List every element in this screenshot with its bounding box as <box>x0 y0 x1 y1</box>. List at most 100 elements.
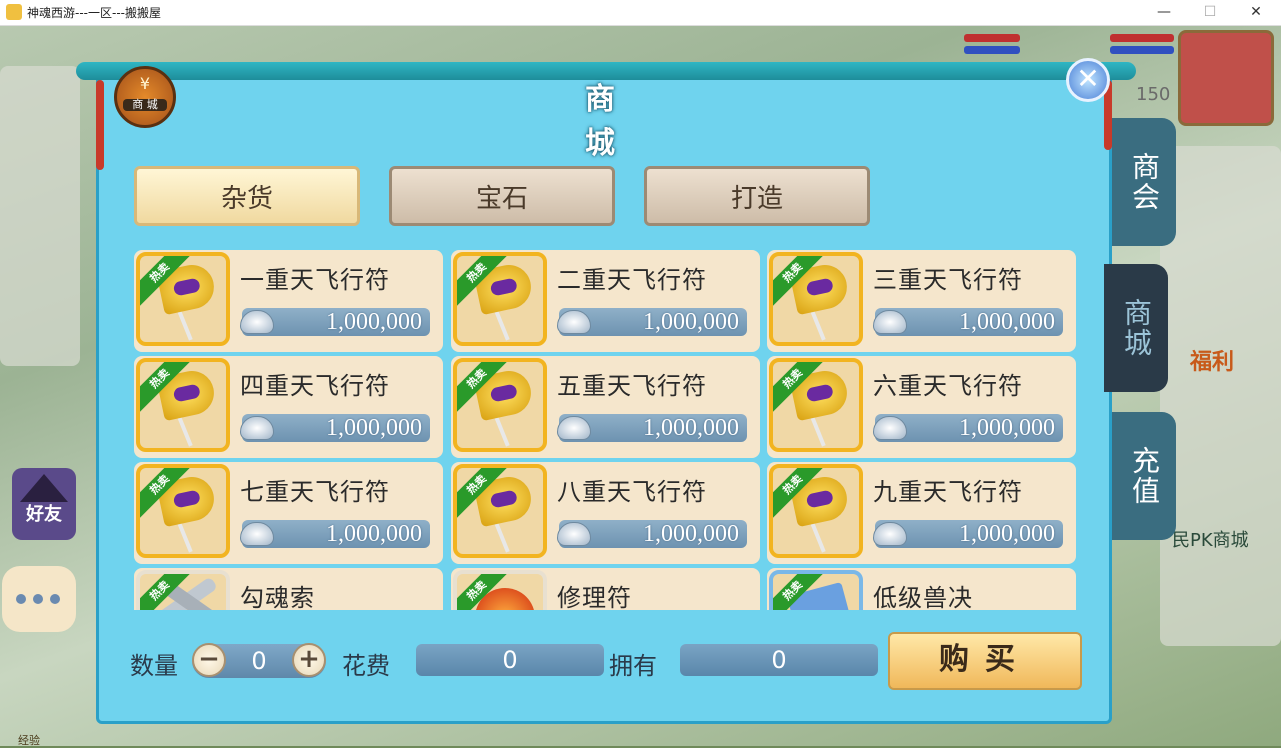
decrease-button[interactable]: − <box>192 643 226 677</box>
pk-shop-label[interactable]: 民PK商城 <box>1172 526 1249 552</box>
item-price: 1,000,000 <box>643 521 739 547</box>
decor-rope <box>96 80 104 170</box>
window-title: 神魂西游---一区---搬搬屋 <box>27 6 161 20</box>
shop-item[interactable]: 热卖 四重天飞行符 1,000,000 <box>134 356 443 458</box>
app-icon <box>6 4 22 20</box>
item-price: 1,000,000 <box>643 415 739 441</box>
money-bag-icon: ¥ <box>139 74 151 93</box>
cost-value: 0 <box>416 644 604 676</box>
side-tab-shop[interactable]: 商城 <box>1104 264 1168 392</box>
shop-item[interactable]: 热卖 九重天飞行符 1,000,000 <box>767 462 1076 564</box>
silver-ingot-icon <box>240 522 274 546</box>
maximize-button[interactable]: ☐ <box>1187 0 1233 26</box>
item-thumb: 热卖 <box>136 464 230 558</box>
scene-stone <box>1160 146 1281 646</box>
minimize-button[interactable]: — <box>1141 0 1187 26</box>
item-thumb: 热卖 <box>136 570 230 610</box>
item-thumb: 热卖 <box>453 358 547 452</box>
item-thumb: 热卖 <box>453 252 547 346</box>
item-name: 七重天飞行符 <box>240 478 390 506</box>
silver-ingot-icon <box>873 522 907 546</box>
item-thumb: 热卖 <box>769 570 863 610</box>
chat-button[interactable] <box>2 566 76 632</box>
item-name: 勾魂索 <box>240 584 315 610</box>
quantity-value[interactable]: 0 <box>226 644 292 678</box>
shop-item[interactable]: 热卖 三重天飞行符 1,000,000 <box>767 250 1076 352</box>
item-name: 四重天飞行符 <box>240 372 390 400</box>
shop-item[interactable]: 热卖 二重天飞行符 1,000,000 <box>451 250 760 352</box>
owned-label: 拥有 <box>609 652 657 680</box>
silver-ingot-icon <box>873 416 907 440</box>
buy-button[interactable]: 购买 <box>888 632 1082 690</box>
tab-gems[interactable]: 宝石 <box>389 166 615 226</box>
item-name: 修理符 <box>557 584 632 610</box>
price-bar: 1,000,000 <box>240 308 430 336</box>
side-tab-recharge[interactable]: 充值 <box>1112 412 1176 540</box>
item-price: 1,000,000 <box>959 309 1055 335</box>
hp-bar <box>964 34 1020 42</box>
item-name: 一重天飞行符 <box>240 266 390 294</box>
chat-dot <box>33 594 43 604</box>
item-name: 二重天飞行符 <box>557 266 707 294</box>
shop-item[interactable]: 热卖 勾魂索 <box>134 568 443 610</box>
price-bar: 1,000,000 <box>557 308 747 336</box>
item-name: 三重天飞行符 <box>873 266 1023 294</box>
friend-label: 好友 <box>26 504 62 525</box>
item-price: 1,000,000 <box>959 415 1055 441</box>
price-bar: 1,000,000 <box>240 414 430 442</box>
item-thumb: 热卖 <box>453 464 547 558</box>
cost-label: 花费 <box>342 652 390 680</box>
scene-stone <box>0 66 80 366</box>
shop-item[interactable]: 热卖 一重天飞行符 1,000,000 <box>134 250 443 352</box>
item-price: 1,000,000 <box>643 309 739 335</box>
side-tab-guild[interactable]: 商会 <box>1112 118 1176 246</box>
silver-ingot-icon <box>557 310 591 334</box>
tab-forging[interactable]: 打造 <box>644 166 870 226</box>
mp-bar <box>1110 46 1174 54</box>
level-value: 150 <box>1136 84 1171 105</box>
item-thumb: 热卖 <box>453 570 547 610</box>
item-thumb: 热卖 <box>769 358 863 452</box>
close-shop-button[interactable]: ✕ <box>1066 58 1110 102</box>
shop-item[interactable]: 热卖 六重天飞行符 1,000,000 <box>767 356 1076 458</box>
item-price: 1,000,000 <box>326 415 422 441</box>
player-portrait[interactable] <box>1178 30 1274 126</box>
close-window-button[interactable]: ✕ <box>1233 0 1279 26</box>
item-price: 1,000,000 <box>326 309 422 335</box>
chat-dot <box>16 594 26 604</box>
item-grid: 热卖 一重天飞行符 1,000,000 热卖 二重天飞行符 1,000,000 … <box>134 250 1078 610</box>
increase-button[interactable]: + <box>292 643 326 677</box>
hp-bar <box>1110 34 1174 42</box>
owned-value: 0 <box>680 644 878 676</box>
price-bar: 1,000,000 <box>557 414 747 442</box>
item-name: 九重天飞行符 <box>873 478 1023 506</box>
item-thumb: 热卖 <box>136 252 230 346</box>
shop-item[interactable]: 热卖 修理符 <box>451 568 760 610</box>
mp-bar <box>964 46 1020 54</box>
shop-badge-label: 商 城 <box>123 99 167 111</box>
item-thumb: 热卖 <box>136 358 230 452</box>
shop-item[interactable]: 热卖 七重天飞行符 1,000,000 <box>134 462 443 564</box>
silver-ingot-icon <box>557 416 591 440</box>
quantity-label: 数量 <box>130 652 178 680</box>
welfare-button[interactable]: 福利 <box>1190 344 1234 376</box>
shop-item[interactable]: 热卖 八重天飞行符 1,000,000 <box>451 462 760 564</box>
shop-item[interactable]: 热卖 五重天飞行符 1,000,000 <box>451 356 760 458</box>
item-thumb: 热卖 <box>769 252 863 346</box>
item-price: 1,000,000 <box>326 521 422 547</box>
price-bar: 1,000,000 <box>873 308 1063 336</box>
tab-groceries[interactable]: 杂货 <box>134 166 360 226</box>
quantity-stepper: − 0 + <box>192 643 326 678</box>
friend-button[interactable]: 好友 <box>12 468 76 540</box>
price-bar: 1,000,000 <box>873 414 1063 442</box>
item-name: 六重天飞行符 <box>873 372 1023 400</box>
shop-title: 商 城 <box>585 82 627 161</box>
silver-ingot-icon <box>240 310 274 334</box>
silver-ingot-icon <box>557 522 591 546</box>
item-name: 低级兽决 <box>873 584 973 610</box>
silver-ingot-icon <box>873 310 907 334</box>
item-thumb: 热卖 <box>769 464 863 558</box>
price-bar: 1,000,000 <box>557 520 747 548</box>
price-bar: 1,000,000 <box>873 520 1063 548</box>
shop-item[interactable]: 热卖 低级兽决 <box>767 568 1076 610</box>
